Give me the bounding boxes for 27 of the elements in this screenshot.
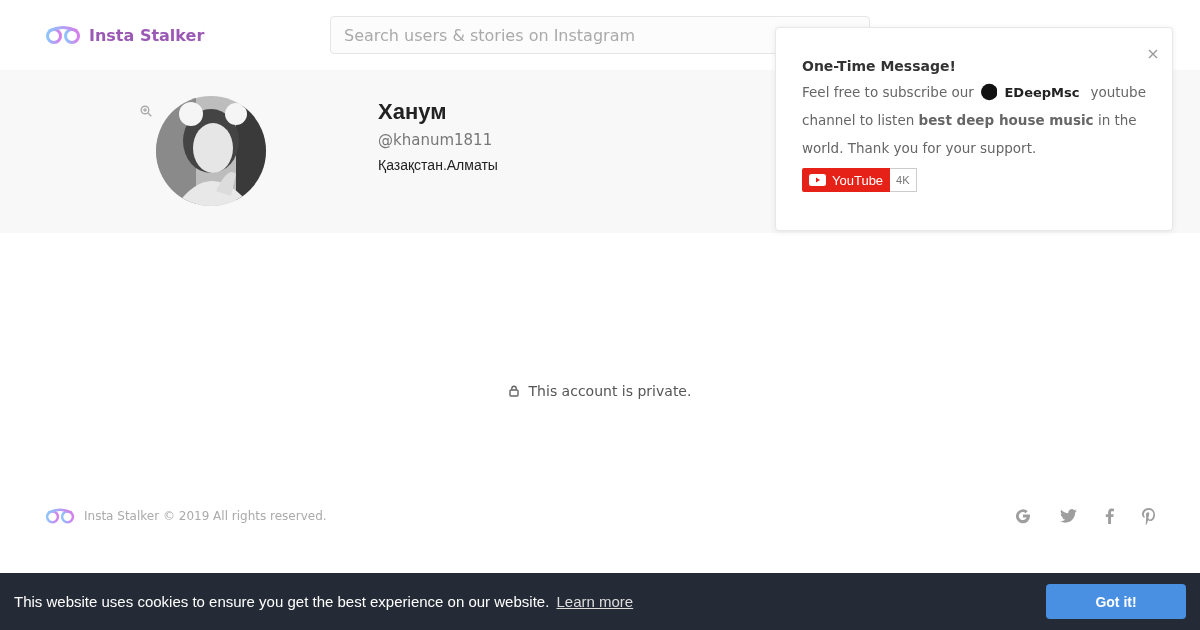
close-icon[interactable] xyxy=(1148,49,1158,59)
cookie-message: This website uses cookies to ensure you get the best experience on our website. xyxy=(14,593,550,610)
private-account-message: This account is private. xyxy=(528,382,692,399)
facebook-icon[interactable] xyxy=(1105,508,1114,524)
channel-name[interactable]: EDeepMsc xyxy=(1004,84,1080,100)
pinterest-icon[interactable] xyxy=(1142,507,1156,525)
popup-text: youtube xyxy=(1090,84,1146,100)
subscriber-count: 4K xyxy=(890,168,917,192)
learn-more-link[interactable]: Learn more xyxy=(556,593,634,610)
username: @khanum1811 xyxy=(378,131,494,149)
popup-text: Feel free to subscribe our xyxy=(802,84,974,100)
play-icon xyxy=(809,174,826,186)
popup-text: channel to listen best deep house music in the world. Thank you for your support. xyxy=(802,111,1138,158)
lock-icon xyxy=(508,384,519,397)
copyright-text: Insta Stalker © 2019 All rights reserved. xyxy=(84,509,327,523)
profile-name: Ханум xyxy=(378,99,448,125)
youtube-subscribe-button[interactable]: YouTube xyxy=(802,168,891,192)
popup-title: One-Time Message! xyxy=(802,58,957,74)
channel-logo-icon xyxy=(980,82,998,102)
bio-text: Қазақстан.Алматы xyxy=(378,157,498,173)
google-icon[interactable] xyxy=(1014,507,1032,525)
got-it-button[interactable]: Got it! xyxy=(1046,584,1186,619)
site-name[interactable]: Insta Stalker xyxy=(89,25,205,45)
twitter-icon[interactable] xyxy=(1060,509,1077,523)
zoom-in-icon[interactable] xyxy=(140,105,152,117)
glasses-logo-icon xyxy=(45,508,75,524)
glasses-logo-icon xyxy=(45,26,81,44)
